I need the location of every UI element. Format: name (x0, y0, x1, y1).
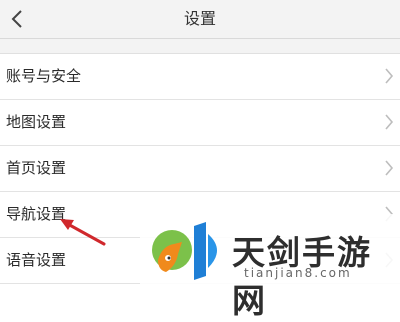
settings-item-label: 首页设置 (6, 159, 67, 177)
chevron-right-icon (385, 114, 394, 130)
header-bar: 设置 (0, 0, 400, 39)
back-button[interactable] (0, 0, 34, 38)
settings-item-label: 地图设置 (6, 113, 67, 131)
annotation-arrow (60, 219, 106, 246)
page-title: 设置 (183, 9, 216, 28)
section-gap (0, 39, 400, 54)
settings-item-homepage[interactable]: 首页设置 (0, 146, 400, 192)
settings-item-map[interactable]: 地图设置 (0, 100, 400, 146)
watermark-url: tianjian8.com (244, 266, 352, 280)
chevron-right-icon (385, 68, 394, 84)
watermark-logo (152, 222, 217, 280)
settings-item-label: 账号与安全 (6, 67, 82, 85)
chevron-right-icon (385, 160, 394, 176)
site-watermark: 天剑手游网 tianjian8.com (140, 214, 400, 320)
chevron-left-icon (11, 10, 22, 28)
settings-item-account-security[interactable]: 账号与安全 (0, 54, 400, 100)
